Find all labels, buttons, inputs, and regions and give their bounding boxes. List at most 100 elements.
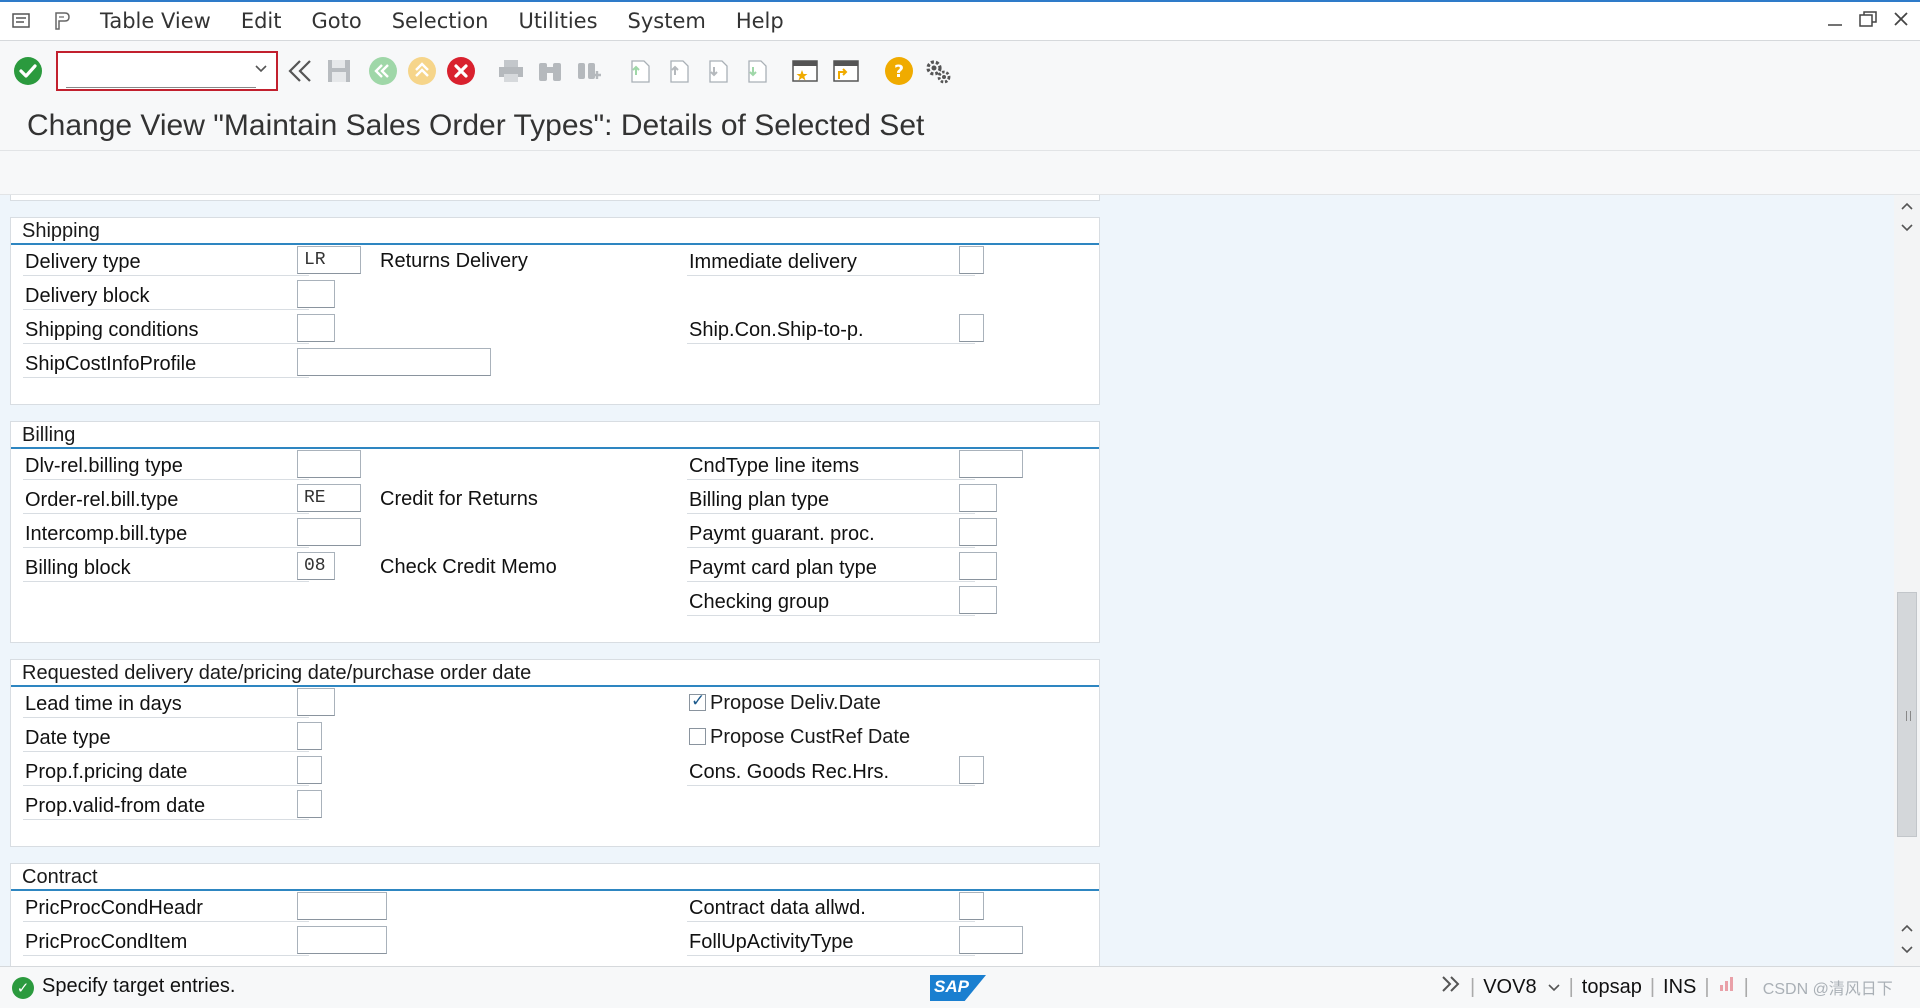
dlv-rel-billing-type-field[interactable] [297,450,361,478]
menu-edit[interactable]: Edit [241,9,282,33]
scroll-down-icon[interactable] [1900,221,1914,237]
date-type-field[interactable] [297,722,322,750]
group-title-billing: Billing [11,422,1099,449]
billing-block-field[interactable]: 08 [297,552,335,580]
intercomp-bill-type-field[interactable] [297,518,361,546]
checking-group-field[interactable] [959,586,997,614]
scrollbar-thumb[interactable] [1897,592,1917,837]
label-lead-time: Lead time in days [23,688,309,718]
order-rel-bill-type-description: Credit for Returns [380,488,538,510]
cons-goods-rec-hrs-field[interactable] [959,756,984,784]
command-input[interactable] [66,54,256,88]
restore-icon[interactable] [1858,10,1878,31]
next-page-icon[interactable] [701,55,733,87]
follup-activity-type-field[interactable] [959,926,1023,954]
separator: | [1649,975,1656,998]
menu-bar: Table View Edit Goto Selection Utilities… [0,0,1920,41]
gui-icon[interactable] [50,10,74,32]
separator: | [1704,975,1710,998]
pricproc-cond-headr-field[interactable] [297,892,387,920]
back-icon[interactable] [367,55,399,87]
propose-deliv-date-label: Propose Deliv.Date [710,692,881,714]
cndtype-line-items-field[interactable] [959,450,1023,478]
group-shipping: Shipping Delivery type LR Returns Delive… [10,217,1100,405]
chevron-down-icon[interactable] [254,62,268,78]
label-follup-activity-type: FollUpActivityType [687,926,975,956]
status-message[interactable]: Specify target entries. [42,975,235,998]
group-contract: Contract PricProcCondHeadr Contract data… [10,863,1100,966]
transaction-code[interactable]: VOV8 [1483,976,1536,999]
label-contract-data-allwd: Contract data allwd. [687,892,975,922]
scroll-down-bottom-icon[interactable] [1900,943,1914,959]
label-shipping-conditions: Shipping conditions [23,314,309,344]
enter-check-icon[interactable] [12,55,44,87]
sap-logo-text: SAP [934,977,969,996]
minimize-icon[interactable] [1826,10,1844,31]
propose-custref-date-checkbox[interactable] [689,728,706,745]
menu-selection[interactable]: Selection [392,9,489,33]
label-billing-block: Billing block [23,552,309,582]
label-paymt-card-plan-type: Paymt card plan type [687,552,975,582]
menu-goto[interactable]: Goto [312,9,362,33]
prop-valid-from-date-field[interactable] [297,790,322,818]
label-ship-con-ship-to: Ship.Con.Ship-to-p. [687,314,975,344]
menu-toggle-icon[interactable] [10,10,34,32]
cancel-icon[interactable] [445,55,477,87]
last-page-icon[interactable] [740,55,772,87]
scroll-up-icon[interactable] [1900,199,1914,215]
menu-utilities[interactable]: Utilities [518,9,597,33]
menu-system[interactable]: System [628,9,706,33]
immediate-delivery-field[interactable] [959,246,984,274]
save-icon[interactable] [323,55,355,87]
generate-shortcut-icon[interactable] [829,55,861,87]
toolbar: ? [0,41,1920,101]
prop-pricing-date-field[interactable] [297,756,322,784]
ship-con-ship-to-field[interactable] [959,314,984,342]
help-icon[interactable]: ? [883,55,915,87]
delivery-type-field[interactable]: LR [297,246,361,274]
propose-custref-date-label: Propose CustRef Date [710,726,911,748]
input-mode[interactable]: INS [1663,976,1696,999]
previous-group-bottom [10,195,1100,201]
double-chevron-left-icon[interactable] [284,55,316,87]
contract-data-allwd-field[interactable] [959,892,984,920]
create-session-icon[interactable] [790,55,822,87]
billing-block-description: Check Credit Memo [380,556,557,578]
label-delivery-block: Delivery block [23,280,309,310]
command-field[interactable] [56,51,278,91]
paymt-guarant-proc-field[interactable] [959,518,997,546]
first-page-icon[interactable] [623,55,655,87]
print-icon[interactable] [495,55,527,87]
pricproc-cond-item-field[interactable] [297,926,387,954]
title-bar: Change View "Maintain Sales Order Types"… [0,101,1920,151]
label-immediate-delivery: Immediate delivery [687,246,975,276]
find-next-icon[interactable] [573,55,605,87]
delivery-block-field[interactable] [297,280,335,308]
close-icon[interactable] [1892,10,1910,31]
order-rel-bill-type-field[interactable]: RE [297,484,361,512]
group-title-shipping: Shipping [11,218,1099,245]
propose-deliv-date-checkbox[interactable] [689,691,706,711]
label-date-type: Date type [23,722,309,752]
gear-icon[interactable] [922,55,954,87]
lead-time-field[interactable] [297,688,335,716]
scroll-up-bottom-icon[interactable] [1900,921,1914,937]
billing-plan-type-field[interactable] [959,484,997,512]
label-prop-valid-from-date: Prop.valid-from date [23,790,309,820]
vertical-scrollbar[interactable] [1894,195,1920,966]
menu-table-view[interactable]: Table View [100,9,211,33]
exit-icon[interactable] [406,55,438,87]
ship-cost-info-profile-field[interactable] [297,348,491,376]
shipping-conditions-field[interactable] [297,314,335,342]
separator: | [1470,975,1476,998]
find-icon[interactable] [534,55,566,87]
menu-help[interactable]: Help [736,9,784,33]
transaction-dropdown-icon[interactable] [1547,976,1561,999]
label-ship-cost-info-profile: ShipCostInfoProfile [23,348,309,378]
expand-status-icon[interactable] [1440,975,1462,999]
label-dlv-rel-billing-type: Dlv-rel.billing type [23,450,309,480]
performance-icon [1718,975,1736,999]
paymt-card-plan-type-field[interactable] [959,552,997,580]
status-system-info: | VOV8 | topsap | INS | | CSDN @清风日下 [1440,975,1893,999]
previous-page-icon[interactable] [662,55,694,87]
